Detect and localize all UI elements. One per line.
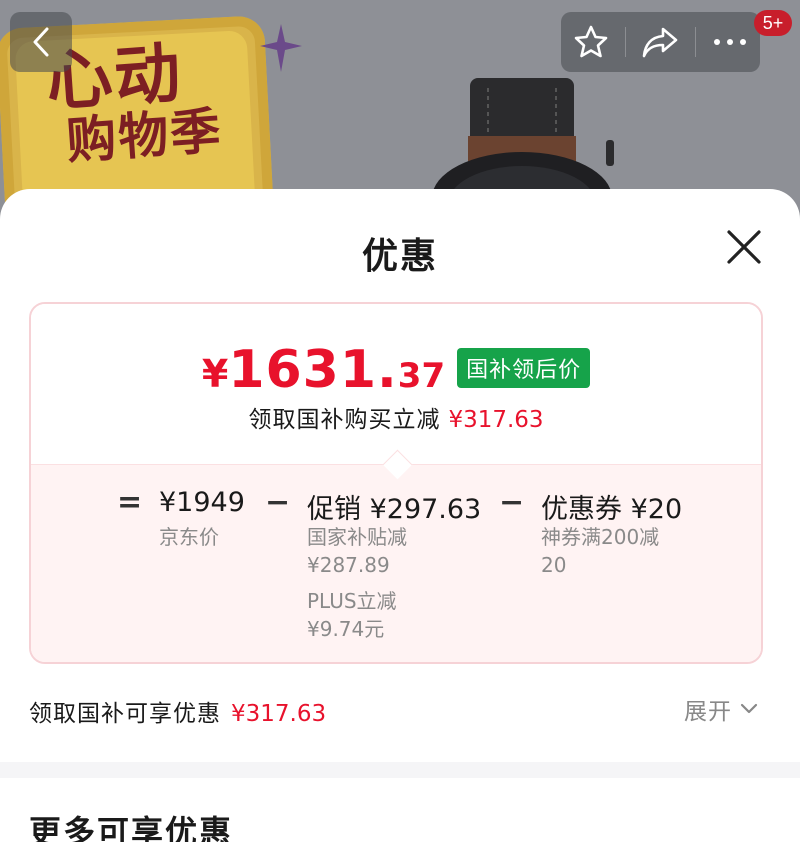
more-button[interactable] — [704, 16, 756, 68]
discount-sheet: 优惠 ¥ 1631. 37 国补领后价 领取国补购买立减 ¥317.63 = ¥1… — [0, 189, 800, 842]
subsidy-summary-amount: ¥317.63 — [231, 701, 327, 727]
chevron-down-icon — [740, 703, 758, 714]
plus-discount-amount: ¥9.74元 — [307, 617, 385, 641]
section-divider — [0, 762, 800, 778]
promo-total: 促销 ¥297.63 — [307, 494, 482, 525]
share-button[interactable] — [634, 16, 686, 68]
star-icon — [574, 25, 608, 58]
back-icon — [33, 27, 49, 57]
coupon-detail-line1: 神券满200减 — [541, 525, 660, 549]
promo-text: 心动 购物季 — [44, 32, 272, 170]
price-integer: 1631. — [228, 340, 398, 400]
jd-price: ¥1949 — [159, 487, 245, 518]
more-icon — [713, 39, 746, 45]
plus-discount-label: PLUS立减 — [307, 589, 397, 613]
subsidy-text: 领取国补购买立减 — [248, 407, 441, 433]
final-price: ¥ 1631. 37 国补领后价 — [31, 340, 761, 400]
national-subsidy-label: 国家补贴减 — [307, 525, 407, 549]
more-offers-title: 更多可享优惠 — [29, 813, 234, 842]
national-subsidy-amount: ¥287.89 — [307, 553, 390, 577]
expand-label: 展开 — [684, 699, 732, 725]
back-button[interactable] — [10, 12, 72, 72]
equals-sign: = — [117, 485, 143, 520]
top-actions-bar — [561, 12, 760, 72]
coupon-total: 优惠券 ¥20 — [541, 494, 683, 525]
price-card: ¥ 1631. 37 国补领后价 领取国补购买立减 ¥317.63 = ¥1949… — [29, 302, 763, 664]
expand-button[interactable]: 展开 — [684, 692, 758, 726]
share-icon — [643, 27, 678, 58]
subsidy-line: 领取国补购买立减 ¥317.63 — [31, 400, 761, 434]
minus-sign-2: − — [499, 485, 525, 520]
coupon-detail-line2: 20 — [541, 553, 567, 577]
notification-badge: 5+ — [754, 10, 792, 36]
subsidy-amount: ¥317.63 — [448, 407, 544, 433]
jd-price-label: 京东价 — [159, 525, 219, 549]
close-icon — [727, 230, 761, 264]
subsidy-summary: 领取国补可享优惠 ¥317.63 — [29, 694, 326, 728]
price-tag-badge: 国补领后价 — [457, 348, 591, 388]
price-breakdown: = ¥1949 京东价 − 促销 ¥297.63 国家补贴减 ¥287.89 P… — [31, 464, 761, 662]
close-button[interactable] — [722, 225, 766, 269]
sheet-title: 优惠 — [361, 236, 438, 277]
sparkle-decoration — [260, 24, 302, 72]
subsidy-summary-text: 领取国补可享优惠 — [29, 701, 221, 727]
price-decimal: 37 — [397, 356, 446, 396]
currency-symbol: ¥ — [201, 352, 229, 396]
favorite-button[interactable] — [565, 16, 617, 68]
minus-sign-1: − — [265, 485, 291, 520]
